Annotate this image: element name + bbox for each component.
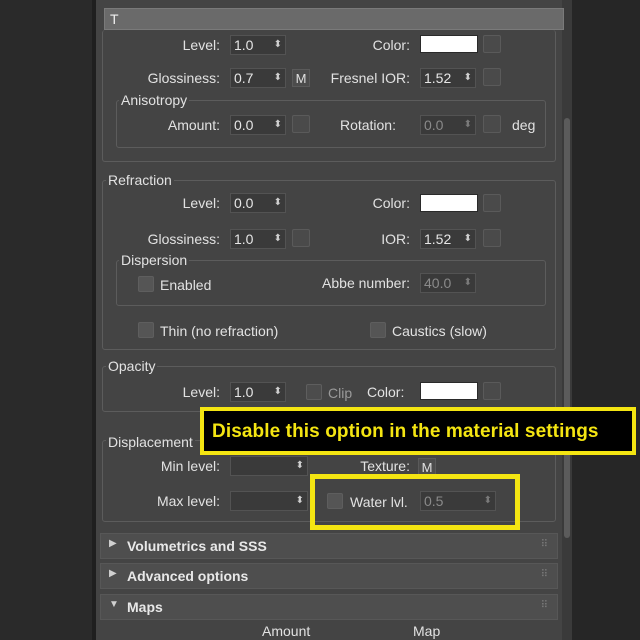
callout-text: Disable this option in the material sett… (212, 421, 599, 442)
aniso-amount-spinner[interactable]: 0.0 ⬍ (230, 115, 286, 135)
spinner-arrows-icon[interactable]: ⬍ (274, 230, 282, 248)
displacement-title: Displacement (106, 434, 195, 450)
spinner-arrows-icon[interactable]: ⬍ (464, 274, 472, 292)
reflect-color-map-button[interactable] (483, 35, 501, 53)
scrollbar-thumb[interactable] (564, 118, 570, 538)
spinner-arrows-icon[interactable]: ⬍ (274, 194, 282, 212)
disp-min-spinner[interactable]: ⬍ (230, 456, 308, 476)
refract-color-swatch[interactable] (420, 194, 478, 212)
drag-grip-icon[interactable]: ⠿ (541, 600, 548, 611)
reflect-level-label: Level: (182, 37, 220, 53)
rollout-volumetrics-sss[interactable]: ▶ Volumetrics and SSS ⠿ (100, 533, 558, 559)
spinner-arrows-icon[interactable]: ⬍ (274, 36, 282, 54)
reflect-color-label: Color: (372, 37, 410, 53)
opacity-level-spinner[interactable]: 1.0 ⬍ (230, 382, 286, 402)
rollout-label: Advanced options (127, 568, 249, 584)
refract-level-spinner[interactable]: 0.0 ⬍ (230, 193, 286, 213)
refract-glossiness-spinner[interactable]: 1.0 ⬍ (230, 229, 286, 249)
viewport-left (0, 0, 92, 640)
highlight-box (310, 474, 520, 530)
reflect-glossiness-map-button[interactable]: M (292, 69, 310, 87)
refract-ior-map-button[interactable] (483, 229, 501, 247)
reflect-fresnel-label: Fresnel IOR: (330, 70, 410, 86)
spinner-arrows-icon[interactable]: ⬍ (274, 383, 282, 401)
reflect-glossiness-label: Glossiness: (147, 70, 220, 86)
spinner-arrows-icon[interactable]: ⬍ (296, 492, 304, 510)
opacity-level-label: Level: (182, 384, 220, 400)
maps-amount-header: Amount (262, 623, 311, 639)
dispersion-enabled-label: Enabled (160, 277, 212, 293)
spinner-arrows-icon[interactable]: ⬍ (296, 457, 304, 475)
refract-color-label: Color: (372, 195, 410, 211)
aniso-rotation-unit: deg (512, 117, 536, 133)
expand-arrow-icon: ▼ (109, 599, 119, 610)
tutorial-callout: Disable this option in the material sett… (200, 407, 636, 455)
refract-glossiness-label: Glossiness: (147, 231, 220, 247)
reflect-level-spinner[interactable]: 1.0 ⬍ (230, 35, 286, 55)
rollout-label: Volumetrics and SSS (127, 538, 267, 554)
caustics-checkbox[interactable] (370, 322, 386, 338)
aniso-amount-map-button[interactable] (292, 115, 310, 133)
dispersion-title: Dispersion (119, 252, 190, 268)
spinner-arrows-icon[interactable]: ⬍ (464, 230, 472, 248)
spinner-arrows-icon[interactable]: ⬍ (274, 116, 282, 134)
anisotropy-title: Anisotropy (119, 92, 190, 108)
spinner-arrows-icon[interactable]: ⬍ (464, 69, 472, 87)
spinner-arrows-icon[interactable]: ⬍ (464, 116, 472, 134)
rollout-label: Maps (127, 599, 163, 615)
disp-texture-label: Texture: (360, 458, 410, 474)
caustics-label: Caustics (slow) (392, 323, 487, 339)
rollout-maps[interactable]: ▼ Maps ⠿ (100, 594, 558, 620)
reflect-glossiness-spinner[interactable]: 0.7 ⬍ (230, 68, 286, 88)
reflect-fresnel-map-button[interactable] (483, 68, 501, 86)
refract-glossiness-map-button[interactable] (292, 229, 310, 247)
opacity-color-label: Color: (367, 384, 405, 400)
drag-grip-icon[interactable]: ⠿ (541, 569, 548, 580)
opacity-color-swatch[interactable] (420, 382, 478, 400)
thin-refraction-checkbox[interactable] (138, 322, 154, 338)
drag-grip-icon[interactable]: ⠿ (541, 539, 548, 550)
viewport-right (572, 0, 640, 640)
reflect-color-swatch[interactable] (420, 35, 478, 53)
disp-min-label: Min level: (160, 458, 220, 474)
collapse-arrow-icon: ▶ (109, 568, 117, 579)
spinner-arrows-icon[interactable]: ⬍ (274, 69, 282, 87)
dispersion-enabled-checkbox[interactable] (138, 276, 154, 292)
opacity-clip-checkbox[interactable] (306, 384, 322, 400)
disp-max-spinner[interactable]: ⬍ (230, 491, 308, 511)
thin-refraction-label: Thin (no refraction) (160, 323, 279, 339)
disp-max-label: Max level: (156, 493, 220, 509)
material-name-field[interactable]: T (104, 8, 564, 30)
refract-level-label: Level: (182, 195, 220, 211)
opacity-title: Opacity (106, 358, 158, 374)
aniso-amount-label: Amount: (167, 117, 220, 133)
material-name-text: T (110, 11, 119, 27)
opacity-color-map-button[interactable] (483, 382, 501, 400)
refract-ior-label: IOR: (381, 231, 410, 247)
reflect-fresnel-spinner[interactable]: 1.52 ⬍ (420, 68, 476, 88)
aniso-rotation-map-button[interactable] (483, 115, 501, 133)
refract-color-map-button[interactable] (483, 194, 501, 212)
aniso-rotation-label: Rotation: (339, 117, 396, 133)
maps-map-header: Map (413, 623, 441, 639)
rollout-advanced-options[interactable]: ▶ Advanced options ⠿ (100, 563, 558, 589)
abbe-number-label: Abbe number: (322, 275, 410, 291)
opacity-clip-label: Clip (328, 385, 353, 401)
aniso-rotation-spinner[interactable]: 0.0 ⬍ (420, 115, 476, 135)
refraction-title: Refraction (106, 172, 174, 188)
refract-ior-spinner[interactable]: 1.52 ⬍ (420, 229, 476, 249)
collapse-arrow-icon: ▶ (109, 538, 117, 549)
abbe-number-spinner[interactable]: 40.0 ⬍ (420, 273, 476, 293)
